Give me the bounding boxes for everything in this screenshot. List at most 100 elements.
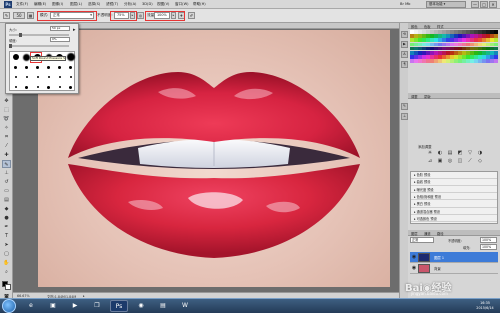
taskbar-app-icon[interactable]: ◉	[132, 300, 150, 312]
adjustment-preset-item[interactable]: ▸ 通道混合器 预设	[411, 209, 497, 215]
type-tool-icon[interactable]: T	[2, 232, 11, 240]
adjustment-type-icon[interactable]: ◑	[476, 150, 484, 157]
background-color-swatch[interactable]	[5, 284, 11, 290]
menu-item[interactable]: 选择(S)	[88, 2, 100, 7]
adjustment-preset-item[interactable]: ▸ 黑白 预设	[411, 201, 497, 208]
system-clock[interactable]: 16:35 2015/6/14	[473, 301, 497, 312]
tab-color[interactable]: 颜色	[411, 24, 418, 29]
character-panel-icon[interactable]: A	[401, 51, 408, 58]
brush-preset-cell[interactable]	[65, 52, 76, 62]
hardness-slider-knob[interactable]	[9, 44, 12, 48]
hardness-slider[interactable]	[9, 45, 69, 47]
adjustment-preset-item[interactable]: ▸ 色相/饱和度 预设	[411, 194, 497, 201]
adjustment-type-icon[interactable]: ◇	[476, 158, 484, 165]
brush-preset-cell[interactable]	[54, 62, 65, 72]
brush-tool-icon[interactable]: ✎	[2, 160, 11, 168]
size-slider-knob[interactable]	[19, 33, 23, 37]
tablet-pressure-icon[interactable]: ✐	[188, 12, 195, 19]
taskbar-word-icon[interactable]: W	[176, 300, 194, 312]
history-panel-icon[interactable]: ⟲	[401, 31, 408, 38]
start-button[interactable]	[2, 299, 16, 313]
color-swatch[interactable]	[494, 30, 498, 34]
tab-swatches[interactable]: 色板	[424, 24, 431, 29]
brush-preset-cell[interactable]	[10, 82, 21, 92]
image-canvas[interactable]	[38, 30, 390, 287]
color-swatch[interactable]	[494, 59, 498, 63]
brush-preset-cell[interactable]	[21, 62, 32, 72]
photoshop-logo-icon[interactable]: Ps	[4, 1, 12, 8]
move-tool-icon[interactable]: ✥	[2, 97, 11, 105]
status-arrow-icon[interactable]: ▸	[83, 294, 85, 298]
color-swatch[interactable]	[494, 34, 498, 38]
brush-preset-cell[interactable]	[43, 82, 54, 92]
quick-select-tool-icon[interactable]: ✧	[2, 124, 11, 132]
opacity-pressure-icon[interactable]: ◎	[137, 12, 144, 19]
crop-tool-icon[interactable]: ⌗	[2, 133, 11, 141]
workspace-switcher[interactable]: 基本功能 ▾	[426, 1, 466, 8]
brush-preset-cell[interactable]	[10, 72, 21, 82]
zoom-level[interactable]: 66.67%	[17, 294, 30, 298]
size-value-field[interactable]: 50 px	[50, 26, 70, 31]
color-swatch[interactable]	[494, 42, 498, 47]
brush-preset-cell[interactable]	[32, 62, 43, 72]
menu-item[interactable]: 编辑(E)	[34, 2, 46, 7]
menu-item[interactable]: 3D(D)	[142, 2, 153, 6]
brush-preset-cell[interactable]	[32, 72, 43, 82]
taskbar-media-icon[interactable]: ▶	[66, 300, 84, 312]
taskbar-app-icon[interactable]: ▤	[154, 300, 172, 312]
layer-row[interactable]: ◉ 背景	[410, 263, 498, 274]
adjustment-type-icon[interactable]: ◐	[436, 150, 444, 157]
hand-tool-icon[interactable]: ✋	[2, 259, 11, 267]
size-slider[interactable]	[9, 34, 69, 36]
brush-preset-cell[interactable]	[32, 82, 43, 92]
adjustment-type-icon[interactable]: ⟋	[466, 158, 474, 165]
shape-tool-icon[interactable]: ▢	[2, 250, 11, 258]
maximize-button[interactable]: □	[480, 1, 488, 8]
adjustment-type-icon[interactable]: ▣	[436, 158, 444, 165]
adjustment-preset-item[interactable]: ▸ 色阶 预设	[411, 172, 497, 179]
marquee-tool-icon[interactable]: ⬚	[2, 106, 11, 114]
menu-item[interactable]: 滤镜(T)	[106, 2, 118, 7]
color-swatch[interactable]	[494, 46, 498, 51]
visibility-eye-icon[interactable]: ◉	[411, 254, 417, 260]
visibility-eye-icon[interactable]: ◉	[411, 265, 417, 271]
adjustment-preset-item[interactable]: ▸ 曝光度 预设	[411, 187, 497, 194]
clone-source-icon[interactable]: ⊥	[401, 113, 408, 120]
layer-row[interactable]: ◉ 图层 1	[410, 252, 498, 263]
brush-preset-cell[interactable]	[21, 72, 32, 82]
tab-styles[interactable]: 样式	[437, 24, 444, 29]
clone-stamp-tool-icon[interactable]: ⊥	[2, 169, 11, 177]
adjustment-preset-item[interactable]: ▸ 曲线 预设	[411, 179, 497, 186]
adjustment-type-icon[interactable]: ☀	[426, 150, 434, 157]
color-swatch[interactable]	[494, 38, 498, 42]
path-select-tool-icon[interactable]: ➤	[2, 241, 11, 249]
brush-preset-cell[interactable]	[65, 72, 76, 82]
gradient-tool-icon[interactable]: ▤	[2, 196, 11, 204]
panel-menu-icon[interactable]: ▸	[73, 27, 76, 33]
brush-preset-cell[interactable]	[65, 62, 76, 72]
brush-preset-cell[interactable]	[43, 72, 54, 82]
brush-panel-icon[interactable]: ✎	[401, 103, 408, 110]
brush-preset-cell[interactable]	[65, 82, 76, 92]
minimize-button[interactable]: —	[471, 1, 479, 8]
blur-tool-icon[interactable]: ◆	[2, 205, 11, 213]
brush-preset-cell[interactable]	[54, 72, 65, 82]
lasso-tool-icon[interactable]: ➰	[2, 115, 11, 123]
brush-preset-cell[interactable]	[21, 82, 32, 92]
brush-preset-cell[interactable]	[43, 62, 54, 72]
brush-size-picker[interactable]: 50	[13, 12, 25, 19]
adjustment-type-icon[interactable]: ◩	[456, 150, 464, 157]
menu-item[interactable]: 分析(A)	[124, 2, 136, 7]
history-brush-tool-icon[interactable]: ↺	[2, 178, 11, 186]
brush-preset-cell[interactable]	[10, 62, 21, 72]
eraser-tool-icon[interactable]: ▭	[2, 187, 11, 195]
menu-item[interactable]: 文件(F)	[16, 2, 28, 7]
pen-tool-icon[interactable]: ✒	[2, 223, 11, 231]
taskbar-ie-icon[interactable]: e	[22, 300, 40, 312]
adjustment-type-icon[interactable]: ◫	[456, 158, 464, 165]
adjustment-preset-item[interactable]: ▸ 可选颜色 预设	[411, 216, 497, 223]
adjustment-type-icon[interactable]: ◎	[446, 158, 454, 165]
actions-panel-icon[interactable]: ▶	[401, 41, 408, 48]
adjustment-type-icon[interactable]: ▽	[466, 150, 474, 157]
adjustment-type-icon[interactable]: ▤	[446, 150, 454, 157]
